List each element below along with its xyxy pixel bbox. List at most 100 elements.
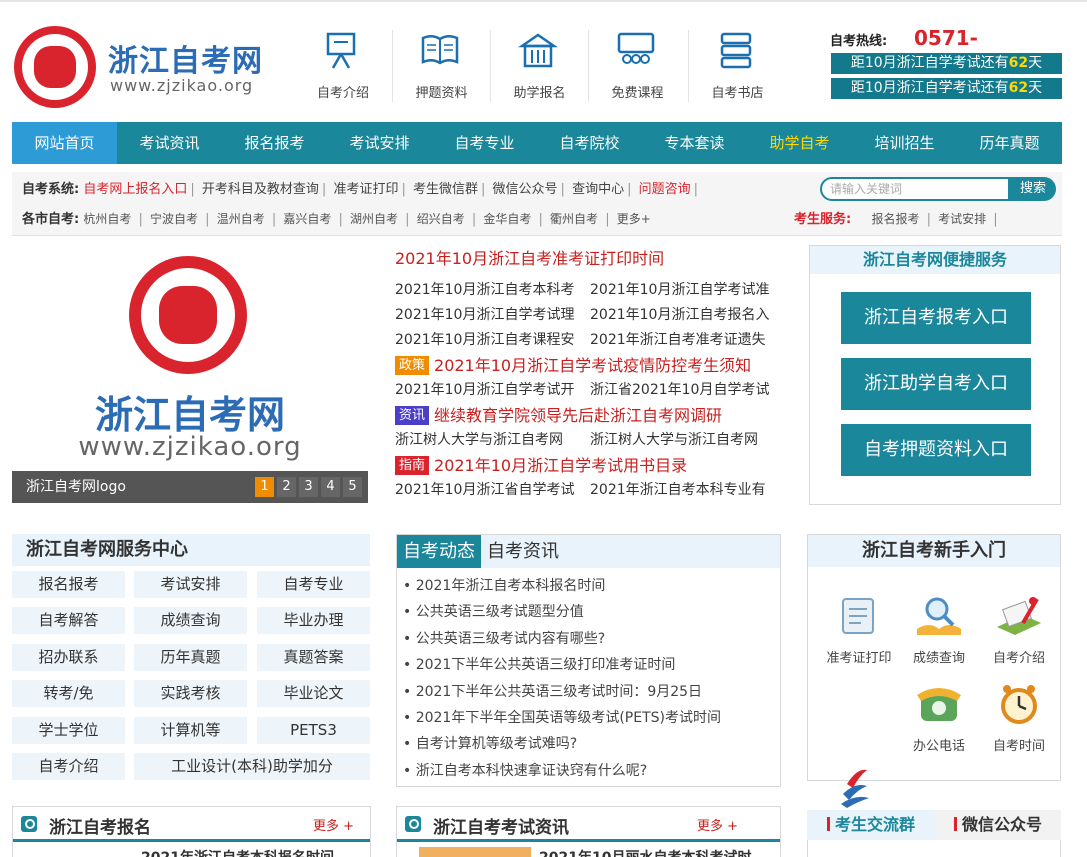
city-link[interactable]: 嘉兴自考 — [283, 212, 331, 226]
nav-item-past-papers[interactable]: 历年真题 — [957, 122, 1062, 164]
news-link[interactable]: 2021年10月浙江自考报名入 — [590, 303, 785, 328]
news-link[interactable]: 2021年10月浙江自考本科考 — [395, 278, 590, 303]
service-cell[interactable]: PETS3 — [257, 717, 370, 744]
service-cell[interactable]: 学士学位 — [12, 717, 125, 744]
service-cell[interactable]: 真题答案 — [257, 644, 370, 671]
city-link[interactable]: 衢州自考 — [550, 212, 598, 226]
service-cell[interactable]: 自考解答 — [12, 607, 125, 634]
service-cell[interactable]: 计算机等 — [134, 717, 247, 744]
list-item[interactable]: • 浙江自考本科快速拿证诀窍有什么呢? — [403, 758, 780, 784]
nav-item-assisted[interactable]: 助学自考 — [747, 122, 852, 164]
news-link[interactable]: 浙江树人大学与浙江自考网 — [395, 428, 590, 453]
city-link[interactable]: 宁波自考 — [150, 212, 198, 226]
nav-item-majors[interactable]: 自考专业 — [432, 122, 537, 164]
slider-page-button[interactable]: 2 — [277, 477, 296, 497]
news-link[interactable]: 继续教育学院领导先后赴浙江自考网调研 — [434, 403, 722, 428]
cities-more-link[interactable]: 更多+ — [617, 212, 651, 226]
header-link-bookstore[interactable]: 自考书店 — [688, 30, 786, 102]
service-cell[interactable]: 转考/免 — [12, 680, 125, 707]
service-cell[interactable]: 历年真题 — [134, 644, 247, 671]
materials-entry-button[interactable]: 自考押题资料入口 — [841, 424, 1031, 476]
list-item[interactable]: • 2021年浙江自考本科报名时间 — [403, 573, 780, 599]
city-link[interactable]: 温州自考 — [217, 212, 265, 226]
slider-page-button[interactable]: 3 — [299, 477, 318, 497]
service-link[interactable]: 报名报考 — [871, 212, 919, 226]
news-link[interactable]: 2021年10月浙江自考课程安 — [395, 328, 590, 353]
city-link[interactable]: 金华自考 — [483, 212, 531, 226]
service-cell[interactable]: 成绩查询 — [134, 607, 247, 634]
beginner-item-time[interactable]: 自考时间 — [984, 681, 1054, 754]
site-logo-icon[interactable] — [14, 26, 96, 108]
list-item[interactable]: 2021年10月丽水自考本科考试时 — [539, 847, 751, 857]
slider-page-button[interactable]: 1 — [255, 477, 274, 497]
service-cell[interactable]: 自考介绍 — [12, 753, 125, 780]
news-link[interactable]: 2021年10月浙江自学考试准 — [590, 278, 785, 303]
header-link-intro[interactable]: 自考介绍 — [294, 30, 392, 102]
list-item[interactable]: • 2021年下半年全国英语等级考试(PETS)考试时间 — [403, 705, 780, 731]
beginner-item-phone[interactable]: 办公电话 — [904, 681, 974, 754]
headline-link[interactable]: 2021年10月浙江自考准考证打印时间 — [395, 246, 785, 271]
nav-item-home[interactable]: 网站首页 — [12, 122, 117, 164]
system-link[interactable]: 开考科目及教材查询 — [202, 182, 319, 197]
nav-item-news[interactable]: 考试资讯 — [117, 122, 222, 164]
register-entry-button[interactable]: 浙江自考报考入口 — [841, 292, 1031, 344]
news-link[interactable]: 2021年浙江自考本科专业有 — [590, 478, 785, 503]
tab-news[interactable]: 自考资讯 — [481, 535, 565, 568]
news-link[interactable]: 浙江树人大学与浙江自考网 — [590, 428, 785, 453]
news-link[interactable]: 2021年10月浙江自学考试疫情防控考生须知 — [434, 353, 751, 378]
beginner-item-admission[interactable]: 准考证打印 — [824, 593, 894, 666]
beginner-item-intro[interactable]: 自考介绍 — [984, 593, 1054, 666]
header-link-materials[interactable]: 押题资料 — [392, 30, 490, 102]
system-link[interactable]: 考生微信群 — [413, 182, 478, 197]
service-cell[interactable]: 自考专业 — [257, 571, 370, 598]
slider-page-button[interactable]: 4 — [321, 477, 340, 497]
tab-dynamics[interactable]: 自考动态 — [397, 535, 481, 568]
city-link[interactable]: 杭州自考 — [83, 212, 131, 226]
tab-wechat-official[interactable]: 微信公众号 — [935, 810, 1061, 840]
nav-item-register[interactable]: 报名报考 — [222, 122, 327, 164]
list-item[interactable]: 2021年浙江自考本科报名时间 — [141, 847, 334, 857]
more-link[interactable]: 更多 + — [697, 815, 738, 834]
system-link[interactable]: 准考证打印 — [333, 182, 398, 197]
service-cell[interactable]: 招办联系 — [12, 644, 125, 671]
nav-item-colleges[interactable]: 自考院校 — [537, 122, 642, 164]
assisted-entry-button[interactable]: 浙江助学自考入口 — [841, 358, 1031, 410]
header-link-courses[interactable]: 免费课程 — [588, 30, 686, 102]
service-link[interactable]: 考试安排 — [938, 212, 986, 226]
banner-slider[interactable]: 浙江自考网 www.zjzikao.org 浙江自考网logo 1 2 3 4 … — [12, 244, 368, 503]
city-link[interactable]: 湖州自考 — [350, 212, 398, 226]
search-input[interactable]: 请输入关键词 — [820, 177, 1010, 201]
more-link[interactable]: 更多 + — [313, 815, 354, 834]
nav-item-schedule[interactable]: 考试安排 — [327, 122, 432, 164]
news-thumbnail[interactable] — [419, 847, 531, 857]
list-item[interactable]: • 2021下半年公共英语三级打印准考证时间 — [403, 652, 780, 678]
service-cell[interactable]: 毕业论文 — [257, 680, 370, 707]
city-link[interactable]: 绍兴自考 — [417, 212, 465, 226]
news-link[interactable]: 2021年10月浙江自学考试理 — [395, 303, 590, 328]
system-link[interactable]: 微信公众号 — [493, 182, 558, 197]
service-cell[interactable]: 报名报考 — [12, 571, 125, 598]
list-item[interactable]: • 2021下半年公共英语三级考试时间：9月25日 — [403, 679, 780, 705]
service-cell[interactable]: 毕业办理 — [257, 607, 370, 634]
list-item[interactable]: • 自考计算机等级考试难吗? — [403, 731, 780, 757]
nav-item-training[interactable]: 培训招生 — [852, 122, 957, 164]
news-link[interactable]: 浙江省2021年10月自学考试 — [590, 378, 785, 403]
system-link[interactable]: 查询中心 — [572, 182, 624, 197]
service-cell-wide[interactable]: 工业设计(本科)助学加分 — [134, 753, 370, 780]
news-link[interactable]: 2021年浙江自考准考证遗失 — [590, 328, 785, 353]
search-button[interactable]: 搜索 — [1010, 177, 1056, 201]
news-link[interactable]: 2021年10月浙江自学考试用书目录 — [434, 453, 687, 478]
beginner-item-scores[interactable]: 成绩查询 — [904, 593, 974, 666]
system-link[interactable]: 自考网上报名入口 — [83, 182, 187, 197]
tab-wechat-group[interactable]: 考生交流群 — [807, 810, 935, 840]
list-item[interactable]: • 公共英语三级考试内容有哪些? — [403, 626, 780, 652]
site-title[interactable]: 浙江自考网 — [108, 36, 263, 80]
service-cell[interactable]: 实践考核 — [134, 680, 247, 707]
slider-page-button[interactable]: 5 — [343, 477, 362, 497]
system-link[interactable]: 问题咨询 — [639, 182, 691, 197]
nav-item-combined[interactable]: 专本套读 — [642, 122, 747, 164]
header-link-enroll[interactable]: 助学报名 — [490, 30, 588, 102]
service-cell[interactable]: 考试安排 — [134, 571, 247, 598]
news-link[interactable]: 2021年10月浙江自学考试开 — [395, 378, 590, 403]
news-link[interactable]: 2021年10月浙江省自学考试 — [395, 478, 590, 503]
